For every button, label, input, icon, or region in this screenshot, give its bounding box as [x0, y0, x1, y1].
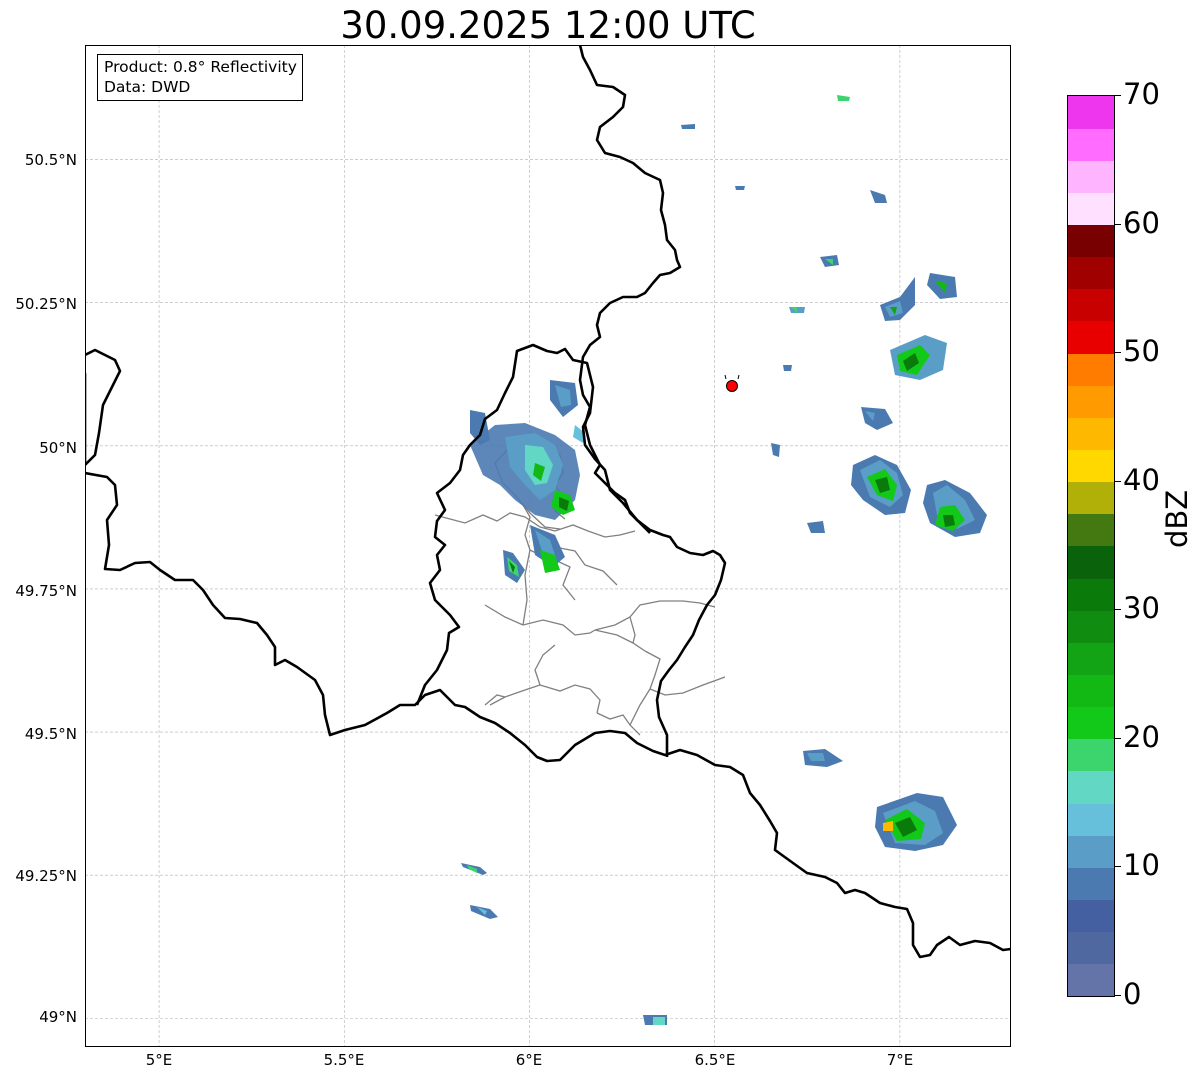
map-title: 30.09.2025 12:00 UTC [340, 4, 756, 47]
colorbar-segment [1068, 803, 1114, 836]
colorbar-tick [1115, 480, 1121, 482]
colorbar-segment [1068, 224, 1114, 258]
colorbar-segment [1068, 321, 1114, 354]
colorbar-tick [1115, 609, 1121, 611]
colorbar-segment [1068, 546, 1114, 579]
colorbar-segment [1068, 192, 1114, 226]
lat-label-50-25: 50.25°N [15, 295, 77, 313]
colorbar-segment [1068, 963, 1114, 997]
colorbar-tick [1115, 866, 1121, 868]
product-label: Product: 0.8° Reflectivity [104, 58, 297, 76]
colorbar-tick-label: 30 [1123, 591, 1160, 626]
lon-label-6: 6°E [515, 1051, 543, 1069]
colorbar-segment [1068, 417, 1114, 451]
colorbar-segment [1068, 288, 1114, 322]
colorbar-title: dBZ [1160, 489, 1194, 548]
lat-label-50-5: 50.5°N [24, 151, 77, 169]
colorbar-segment [1068, 578, 1114, 611]
colorbar-tick-label: 40 [1123, 462, 1160, 497]
colorbar-tick-label: 0 [1123, 977, 1142, 1011]
lat-label-49-5: 49.5°N [24, 725, 77, 743]
lon-label-6-5: 6.5°E [694, 1051, 736, 1069]
lat-label-49: 49°N [39, 1008, 77, 1026]
colorbar-segment [1068, 353, 1114, 386]
colorbar-segment [1068, 931, 1114, 965]
colorbar-segment [1068, 385, 1114, 418]
colorbar-tick [1115, 223, 1121, 225]
colorbar-segment [1068, 674, 1114, 708]
info-box: Product: 0.8° Reflectivity Data: DWD [97, 54, 303, 101]
colorbar-segment [1068, 513, 1114, 547]
colorbar-tick-label: 50 [1123, 334, 1160, 369]
lon-label-7: 7°E [886, 1051, 914, 1069]
colorbar-segment [1068, 610, 1114, 643]
colorbar-segment [1068, 128, 1114, 161]
colorbar-tick-label: 70 [1123, 77, 1160, 111]
map-canvas [85, 45, 1011, 1047]
colorbar-segment [1068, 96, 1114, 129]
lat-label-49-25: 49.25°N [15, 867, 77, 885]
colorbar-segment [1068, 642, 1114, 676]
colorbar-segment [1068, 867, 1114, 901]
colorbar-tick-label: 20 [1123, 719, 1160, 754]
colorbar-segment [1068, 449, 1114, 483]
colorbar-segment [1068, 899, 1114, 933]
colorbar-segment [1068, 256, 1114, 290]
colorbar-tick-label: 10 [1123, 848, 1160, 883]
lat-label-49-75: 49.75°N [15, 582, 77, 600]
canton-boundaries [434, 436, 726, 736]
colorbar-segment [1068, 771, 1114, 804]
colorbar-segment [1068, 481, 1114, 515]
colorbar-tick [1115, 995, 1121, 996]
colorbar-segment [1068, 738, 1114, 772]
colorbar-tick [1115, 352, 1121, 354]
colorbar-tick-label: 60 [1123, 205, 1160, 240]
map-area[interactable] [85, 45, 1011, 1047]
colorbar [1067, 95, 1115, 997]
colorbar-tick [1115, 95, 1121, 96]
lon-label-5-5: 5.5°E [323, 1051, 365, 1069]
colorbar-segment [1068, 160, 1114, 193]
colorbar-segment [1068, 835, 1114, 868]
radar-site-marker [724, 374, 740, 392]
colorbar-segment [1068, 706, 1114, 740]
lon-label-5: 5°E [145, 1051, 173, 1069]
data-source-label: Data: DWD [104, 78, 191, 96]
lat-label-50: 50°N [39, 439, 77, 457]
colorbar-tick [1115, 737, 1121, 739]
